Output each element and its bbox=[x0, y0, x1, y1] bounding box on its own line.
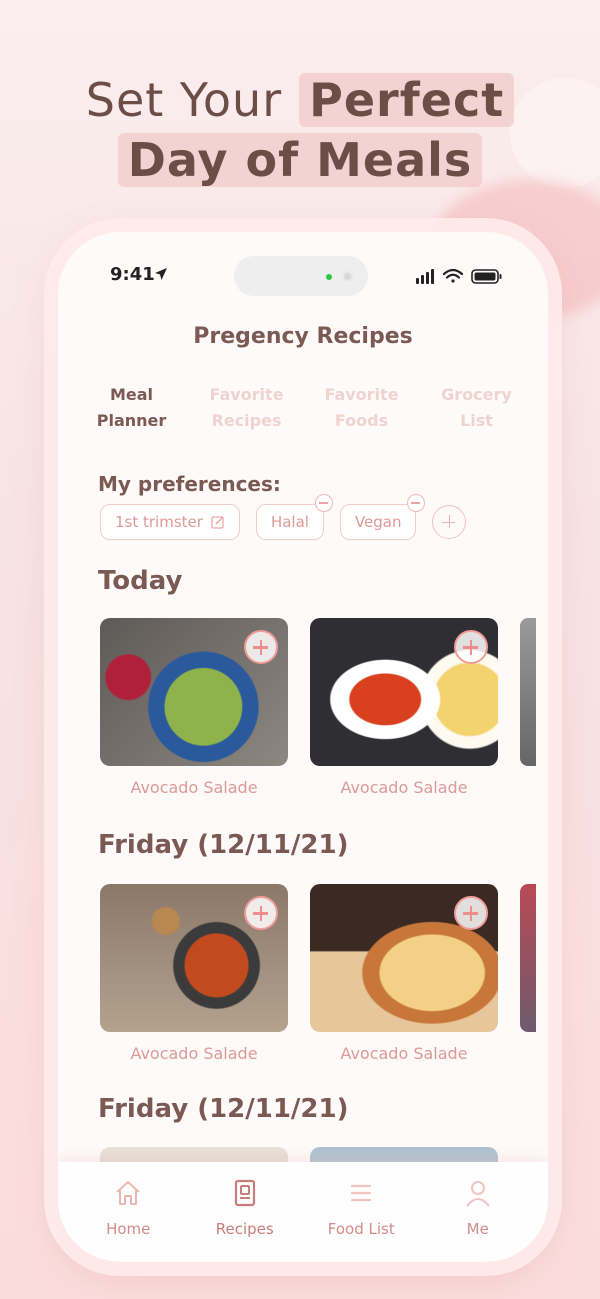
chip-label: 1st trimster bbox=[115, 513, 203, 531]
headline-light-text: Set Your bbox=[85, 73, 283, 127]
camera-lens-icon bbox=[342, 271, 353, 282]
tab-meal-planner[interactable]: Meal Planner bbox=[74, 382, 189, 434]
bottom-nav: Home Recipes Food List Me bbox=[58, 1162, 548, 1262]
signal-icon bbox=[416, 269, 434, 284]
tab-label-line2: Foods bbox=[334, 411, 389, 430]
nav-food-list[interactable]: Food List bbox=[303, 1162, 420, 1262]
preference-chips: 1st trimster Halal Vegan bbox=[100, 494, 467, 540]
nav-label: Home bbox=[106, 1220, 151, 1238]
status-time: 9:41 bbox=[110, 264, 155, 285]
wifi-icon bbox=[442, 268, 464, 283]
home-icon bbox=[116, 1181, 140, 1205]
meal-card[interactable]: Avocado Salade bbox=[310, 618, 498, 797]
tab-label-line1: Favorite bbox=[324, 385, 399, 404]
nav-recipes[interactable]: Recipes bbox=[187, 1162, 304, 1262]
nav-label: Me bbox=[466, 1220, 489, 1238]
dynamic-island bbox=[234, 256, 368, 296]
nav-label: Recipes bbox=[215, 1220, 274, 1238]
meal-card[interactable]: Avocado Salade bbox=[100, 618, 288, 797]
top-tabs: Meal Planner Favorite Recipes Favorite F… bbox=[74, 382, 534, 434]
meal-card-label: Avocado Salade bbox=[130, 778, 258, 797]
battery-icon bbox=[471, 269, 502, 284]
nav-me[interactable]: Me bbox=[420, 1162, 537, 1262]
status-bar: 9:41 bbox=[58, 254, 548, 296]
add-preference-icon[interactable] bbox=[432, 505, 467, 539]
tab-favorite-foods[interactable]: Favorite Foods bbox=[304, 382, 419, 434]
remove-chip-icon[interactable] bbox=[314, 494, 333, 512]
section-title-friday: Friday (12/11/21) bbox=[98, 830, 349, 860]
meal-card-partial[interactable] bbox=[520, 884, 536, 1032]
camera-indicator-icon bbox=[326, 274, 332, 280]
user-icon bbox=[465, 1181, 490, 1207]
section-title-today: Today bbox=[98, 566, 183, 596]
edit-icon[interactable] bbox=[211, 515, 225, 529]
meal-image-baked-tomatoes bbox=[310, 618, 498, 766]
preference-chip-vegan[interactable]: Vegan bbox=[339, 494, 426, 540]
section-title-friday-2: Friday (12/11/21) bbox=[98, 1094, 349, 1124]
meal-image-cheese-toast bbox=[310, 884, 498, 1032]
list-icon bbox=[351, 1184, 372, 1202]
add-meal-icon[interactable] bbox=[244, 896, 278, 930]
meal-card[interactable]: Avocado Salade bbox=[310, 884, 498, 1063]
tab-label-line2: List bbox=[460, 411, 493, 430]
remove-chip-icon[interactable] bbox=[407, 494, 426, 512]
tab-label-line2: Planner bbox=[96, 411, 167, 430]
nav-label: Food List bbox=[327, 1220, 395, 1238]
chip-label: Halal bbox=[270, 513, 309, 531]
location-arrow-icon bbox=[155, 268, 167, 280]
status-icons bbox=[416, 268, 502, 284]
add-meal-icon[interactable] bbox=[454, 896, 488, 930]
meal-image-salad-bowl bbox=[100, 618, 288, 766]
add-meal-icon[interactable] bbox=[244, 630, 278, 664]
tab-favorite-recipes[interactable]: Favorite Recipes bbox=[189, 382, 304, 434]
tab-label-line1: Grocery bbox=[441, 385, 512, 404]
meal-row-friday: Avocado Salade Avocado Salade bbox=[100, 884, 536, 1063]
preferences-title: My preferences: bbox=[98, 472, 281, 496]
chip-label: Vegan bbox=[354, 513, 402, 531]
nav-home[interactable]: Home bbox=[70, 1162, 187, 1262]
tab-label-line1: Meal bbox=[109, 385, 154, 404]
headline-highlight-2: Day of Meals bbox=[117, 133, 483, 187]
meal-card-label: Avocado Salade bbox=[340, 1044, 468, 1063]
headline-highlight-1: Perfect bbox=[299, 73, 515, 127]
meal-row-today: Avocado Salade Avocado Salade bbox=[100, 618, 536, 797]
recipe-book-icon bbox=[234, 1179, 255, 1207]
add-meal-icon[interactable] bbox=[454, 630, 488, 664]
preference-chip-halal[interactable]: Halal bbox=[255, 494, 333, 540]
tab-grocery-list[interactable]: Grocery List bbox=[419, 382, 534, 434]
phone-frame: 9:41 Pregency Recipes Meal Planner Favor… bbox=[58, 232, 548, 1262]
page-title: Pregency Recipes bbox=[193, 324, 413, 349]
promo-headline: Set Your Perfect Day of Meals bbox=[0, 70, 600, 190]
preference-chip-trimester[interactable]: 1st trimster bbox=[100, 504, 240, 540]
meal-card[interactable]: Avocado Salade bbox=[100, 884, 288, 1063]
meal-card-label: Avocado Salade bbox=[130, 1044, 258, 1063]
meal-image-bean-stew bbox=[100, 884, 288, 1032]
tab-label-line1: Favorite bbox=[209, 385, 284, 404]
meal-card-label: Avocado Salade bbox=[340, 778, 468, 797]
tab-label-line2: Recipes bbox=[211, 411, 282, 430]
meal-card-partial[interactable] bbox=[520, 618, 536, 766]
